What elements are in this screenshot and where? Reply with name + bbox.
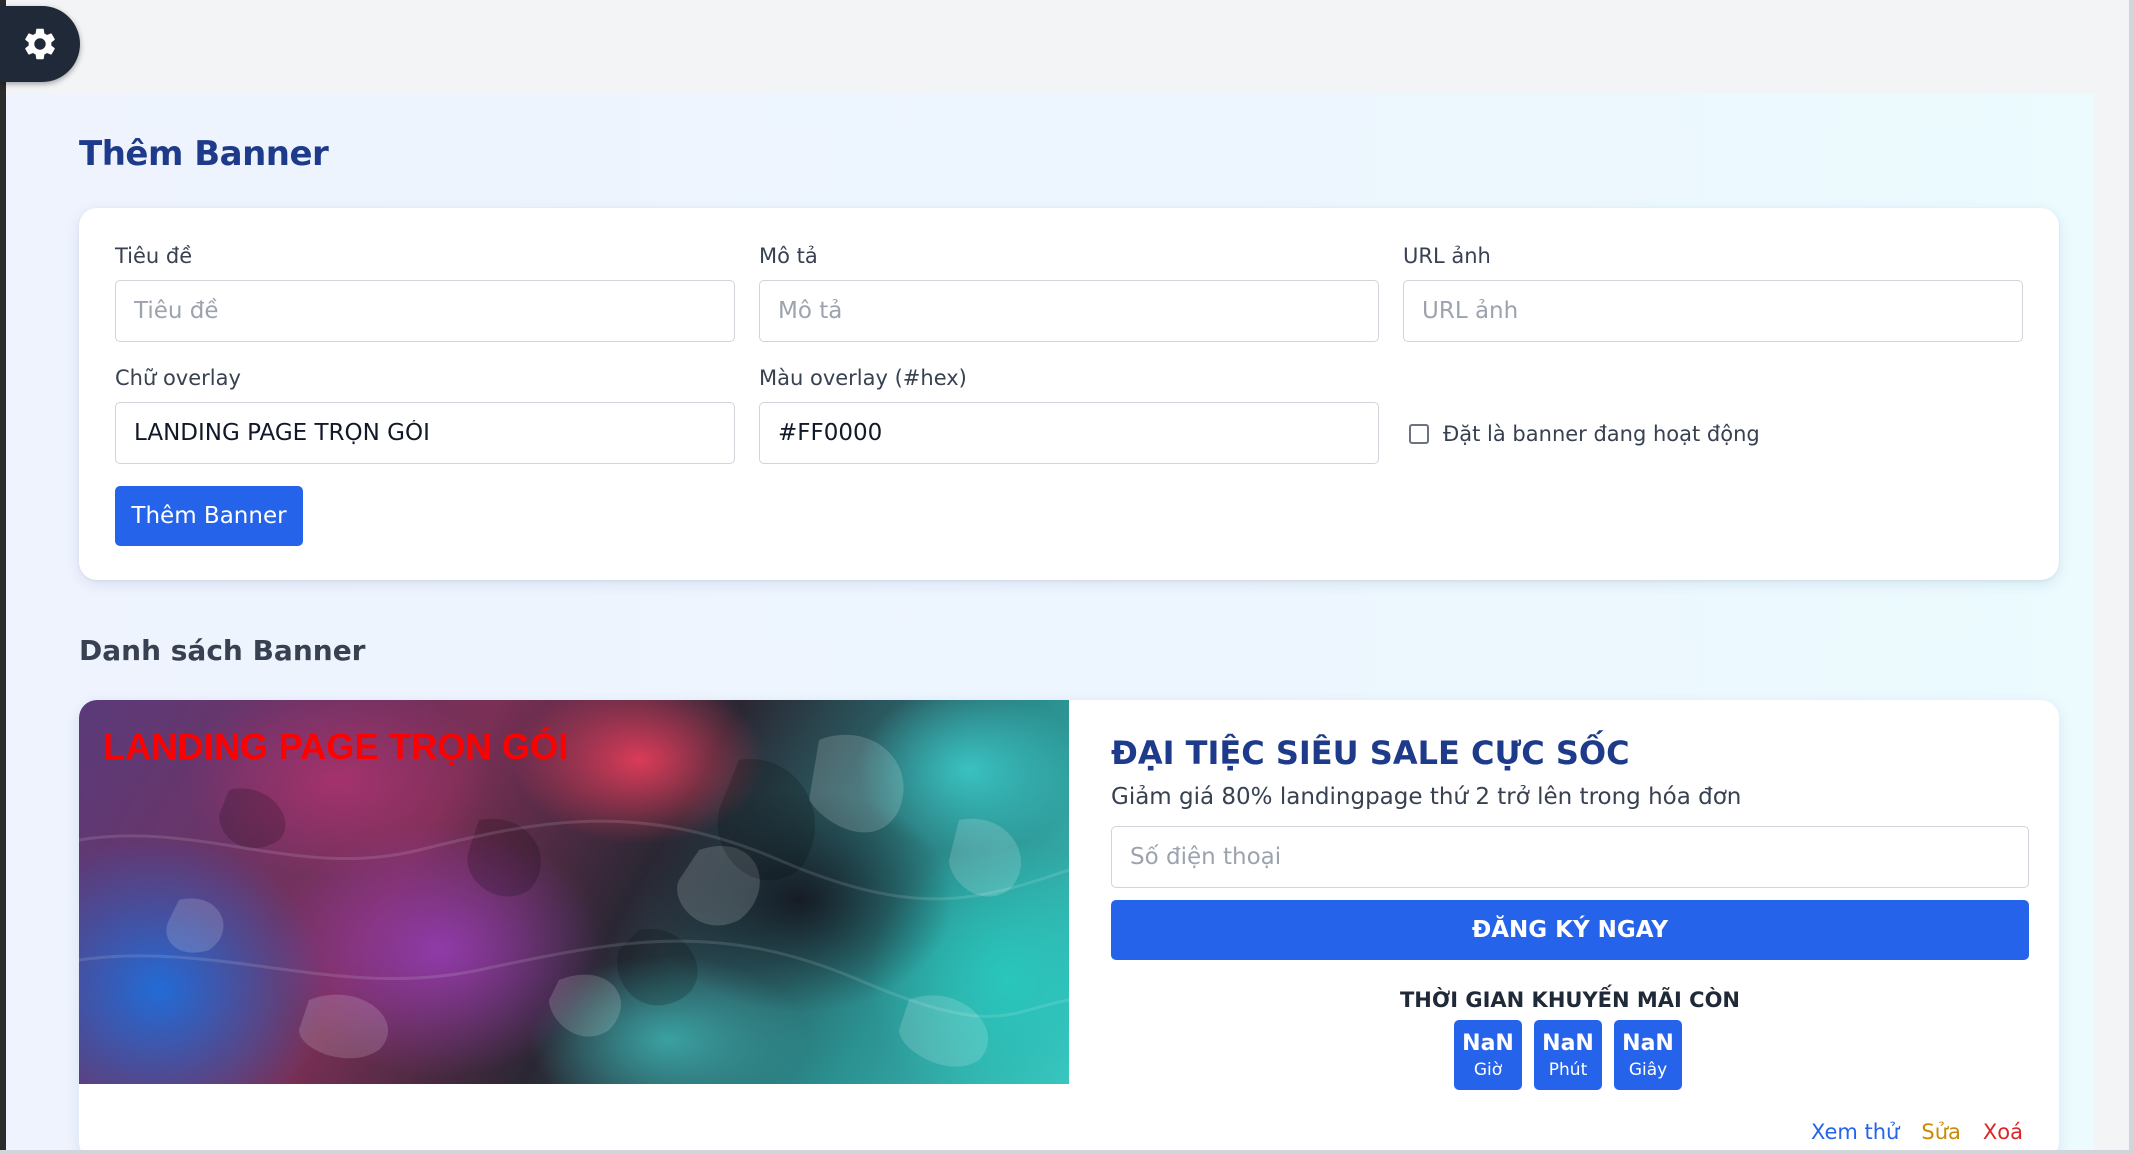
image-url-input[interactable] [1403, 280, 2023, 342]
edit-link[interactable]: Sửa [1921, 1120, 1961, 1144]
overlay-color-label: Màu overlay (#hex) [759, 366, 967, 390]
overlay-text-field: Chữ overlay [115, 366, 735, 464]
window-frame-right [2129, 0, 2134, 1153]
countdown-minutes-unit: Phút [1548, 1059, 1588, 1080]
preview-link[interactable]: Xem thử [1811, 1120, 1899, 1144]
countdown-seconds: NaN Giây [1614, 1020, 1682, 1090]
banner-actions: Xem thử Sửa Xoá [1811, 1120, 2023, 1144]
banner-info: ĐẠI TIỆC SIÊU SALE CỰC SỐC Giảm giá 80% … [1111, 700, 2029, 1153]
countdown-timer: NaN Giờ NaN Phút NaN Giây [1454, 1020, 1682, 1090]
banner-description: Giảm giá 80% landingpage thứ 2 trở lên t… [1111, 784, 1742, 810]
active-checkbox-row[interactable]: Đặt là banner đang hoạt động [1409, 422, 1760, 446]
title-input[interactable] [115, 280, 735, 342]
countdown-hours-unit: Giờ [1473, 1059, 1503, 1080]
banner-image: LANDING PAGE TRỌN GÓI [79, 700, 1069, 1084]
overlay-color-input[interactable] [759, 402, 1379, 464]
add-banner-form: Tiêu đề Mô tả URL ảnh Chữ overlay Màu ov… [79, 208, 2059, 580]
settings-button[interactable] [0, 6, 80, 82]
overlay-color-field: Màu overlay (#hex) [759, 366, 1379, 464]
countdown-hours: NaN Giờ [1454, 1020, 1522, 1090]
main-content: Thêm Banner Tiêu đề Mô tả URL ảnh Chữ ov… [6, 94, 2094, 1153]
active-checkbox-label: Đặt là banner đang hoạt động [1443, 422, 1760, 446]
countdown-seconds-value: NaN [1622, 1030, 1674, 1056]
countdown-minutes-value: NaN [1542, 1030, 1594, 1056]
add-banner-button[interactable]: Thêm Banner [115, 486, 303, 546]
delete-link[interactable]: Xoá [1983, 1120, 2023, 1144]
register-button[interactable]: ĐĂNG KÝ NGAY [1111, 900, 2029, 960]
description-input[interactable] [759, 280, 1379, 342]
description-label: Mô tả [759, 244, 818, 268]
image-url-label: URL ảnh [1403, 244, 1491, 268]
banner-list-title: Danh sách Banner [79, 634, 366, 667]
countdown-title: THỜI GIAN KHUYẾN MÃI CÒN [1399, 988, 1740, 1012]
banner-card: LANDING PAGE TRỌN GÓI ĐẠI TIỆC SIÊU SALE… [79, 700, 2059, 1153]
description-field: Mô tả [759, 244, 1379, 342]
banner-overlay-text: LANDING PAGE TRỌN GÓI [103, 726, 569, 767]
countdown-hours-value: NaN [1462, 1030, 1514, 1056]
banner-title: ĐẠI TIỆC SIÊU SALE CỰC SỐC [1111, 734, 1630, 772]
phone-input[interactable] [1111, 826, 2029, 888]
active-checkbox[interactable] [1409, 424, 1429, 444]
image-url-field: URL ảnh [1403, 244, 2023, 342]
overlay-text-input[interactable] [115, 402, 735, 464]
page-title: Thêm Banner [79, 134, 329, 174]
countdown-minutes: NaN Phút [1534, 1020, 1602, 1090]
overlay-text-label: Chữ overlay [115, 366, 241, 390]
gear-icon [25, 28, 55, 60]
title-field: Tiêu đề [115, 244, 735, 342]
title-label: Tiêu đề [115, 244, 193, 268]
countdown-seconds-unit: Giây [1628, 1059, 1668, 1080]
